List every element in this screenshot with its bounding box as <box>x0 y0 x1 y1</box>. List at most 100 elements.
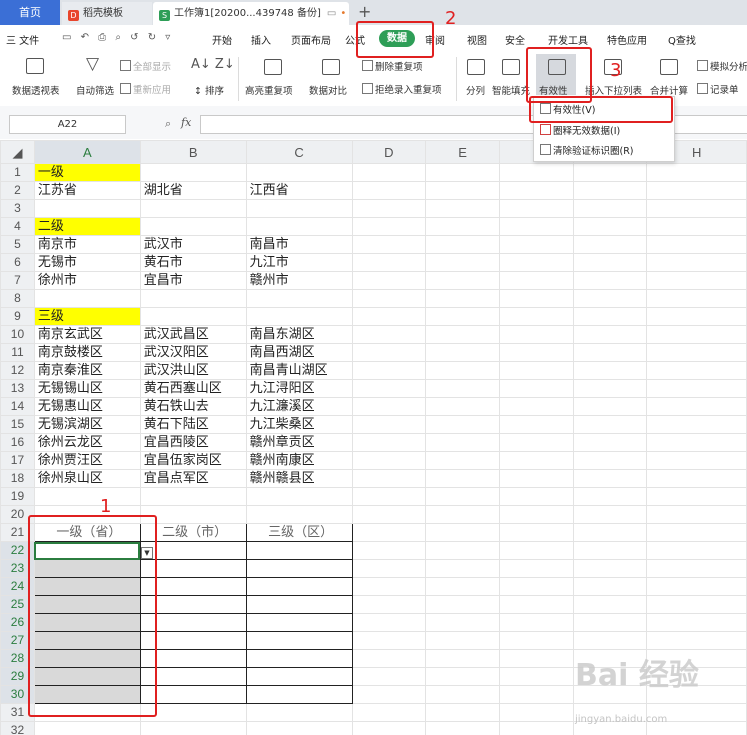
tab-home[interactable]: 首页 <box>0 0 60 25</box>
tab-template[interactable]: D 稻壳模板 <box>62 2 152 25</box>
empty-cell[interactable] <box>425 343 500 362</box>
empty-cell[interactable] <box>646 163 747 182</box>
empty-cell[interactable] <box>425 487 500 506</box>
empty-cell[interactable] <box>572 559 648 578</box>
empty-cell[interactable] <box>572 235 648 254</box>
empty-cell[interactable] <box>425 667 500 686</box>
menu-file[interactable]: 三 文件 <box>6 32 39 47</box>
cell-A9[interactable]: 三级 <box>33 307 141 326</box>
cell-A15[interactable]: 无锡滨湖区 <box>33 415 141 434</box>
row-header[interactable]: 3 <box>0 199 35 218</box>
menu-features[interactable]: 特色应用 <box>607 32 647 47</box>
cell-B14[interactable]: 黄石铁山去 <box>139 397 247 416</box>
row-header[interactable]: 4 <box>0 217 35 236</box>
cell-C1[interactable] <box>245 163 353 182</box>
empty-cell[interactable] <box>646 541 747 560</box>
cell-A10[interactable]: 南京玄武区 <box>33 325 141 344</box>
cell-C19[interactable] <box>245 487 353 506</box>
empty-cell[interactable] <box>646 397 747 416</box>
empty-cell[interactable] <box>646 577 747 596</box>
empty-cell[interactable] <box>572 343 648 362</box>
menu-page-layout[interactable]: 页面布局 <box>291 32 331 47</box>
cell-B15[interactable]: 黄石下陆区 <box>139 415 247 434</box>
empty-cell[interactable] <box>498 469 574 488</box>
empty-cell[interactable] <box>572 433 648 452</box>
highlight-duplicates-button[interactable]: 高亮重复项 <box>245 83 293 97</box>
cell-A19[interactable] <box>33 487 141 506</box>
empty-cell[interactable] <box>572 505 648 524</box>
row-header[interactable]: 1 <box>0 163 35 182</box>
row-header[interactable]: 12 <box>0 361 35 380</box>
cell-B4[interactable] <box>139 217 247 236</box>
reject-duplicates-button[interactable]: 拒绝录入重复项 <box>362 82 442 96</box>
empty-cell[interactable] <box>498 181 574 200</box>
cell-A6[interactable]: 无锡市 <box>33 253 141 272</box>
empty-cell[interactable] <box>351 343 427 362</box>
empty-cell[interactable] <box>498 559 574 578</box>
record-form-button[interactable]: 记录单 <box>697 82 739 96</box>
menu-search[interactable]: Q查找 <box>668 32 696 47</box>
empty-cell[interactable] <box>646 271 747 290</box>
cell-B6[interactable]: 黄石市 <box>139 253 247 272</box>
empty-cell[interactable] <box>425 595 500 614</box>
empty-cell[interactable] <box>425 505 500 524</box>
empty-cell[interactable] <box>351 541 427 560</box>
cell-C27[interactable] <box>245 631 353 650</box>
empty-cell[interactable] <box>351 199 427 218</box>
empty-cell[interactable] <box>498 703 574 722</box>
empty-cell[interactable] <box>425 307 500 326</box>
cell-C12[interactable]: 南昌青山湖区 <box>245 361 353 380</box>
cell-A17[interactable]: 徐州贾汪区 <box>33 451 141 470</box>
cell-C18[interactable]: 赣州赣县区 <box>245 469 353 488</box>
clear-circles-menu-item[interactable]: 清除验证标识圈(R) <box>540 143 634 157</box>
cell-C6[interactable]: 九江市 <box>245 253 353 272</box>
empty-cell[interactable] <box>425 631 500 650</box>
empty-cell[interactable] <box>425 253 500 272</box>
menu-view[interactable]: 视图 <box>467 32 487 47</box>
empty-cell[interactable] <box>646 613 747 632</box>
empty-cell[interactable] <box>572 361 648 380</box>
cell-C25[interactable] <box>245 595 353 614</box>
reapply-button[interactable]: 重新应用 <box>120 82 171 96</box>
cell-B13[interactable]: 黄石西塞山区 <box>139 379 247 398</box>
empty-cell[interactable] <box>498 577 574 596</box>
cell-C4[interactable] <box>245 217 353 236</box>
empty-cell[interactable] <box>351 433 427 452</box>
empty-cell[interactable] <box>646 451 747 470</box>
split-column-button[interactable]: 分列 <box>466 83 485 97</box>
empty-cell[interactable] <box>425 325 500 344</box>
empty-cell[interactable] <box>425 721 500 735</box>
empty-cell[interactable] <box>425 163 500 182</box>
cell-C21[interactable]: 三级（区） <box>245 523 353 542</box>
empty-cell[interactable] <box>646 325 747 344</box>
empty-cell[interactable] <box>572 469 648 488</box>
row-header[interactable]: 18 <box>0 469 35 488</box>
empty-cell[interactable] <box>498 613 574 632</box>
cell-A2[interactable]: 江苏省 <box>33 181 141 200</box>
empty-cell[interactable] <box>498 631 574 650</box>
empty-cell[interactable] <box>351 685 427 704</box>
empty-cell[interactable] <box>498 667 574 686</box>
cell-B10[interactable]: 武汉武昌区 <box>139 325 247 344</box>
empty-cell[interactable] <box>351 595 427 614</box>
empty-cell[interactable] <box>425 217 500 236</box>
consolidate-button[interactable]: 合并计算 <box>650 83 688 97</box>
empty-cell[interactable] <box>498 685 574 704</box>
menu-security[interactable]: 安全 <box>505 32 525 47</box>
empty-cell[interactable] <box>498 379 574 398</box>
empty-cell[interactable] <box>498 397 574 416</box>
cell-C28[interactable] <box>245 649 353 668</box>
pivot-table-button[interactable]: 数据透视表 <box>12 83 60 97</box>
row-header[interactable]: 15 <box>0 415 35 434</box>
empty-cell[interactable] <box>646 379 747 398</box>
cell-B7[interactable]: 宜昌市 <box>139 271 247 290</box>
row-header[interactable]: 8 <box>0 289 35 308</box>
empty-cell[interactable] <box>425 523 500 542</box>
empty-cell[interactable] <box>646 199 747 218</box>
cell-B17[interactable]: 宜昌伍家岗区 <box>139 451 247 470</box>
empty-cell[interactable] <box>351 415 427 434</box>
empty-cell[interactable] <box>498 361 574 380</box>
empty-cell[interactable] <box>351 307 427 326</box>
empty-cell[interactable] <box>498 271 574 290</box>
empty-cell[interactable] <box>572 577 648 596</box>
